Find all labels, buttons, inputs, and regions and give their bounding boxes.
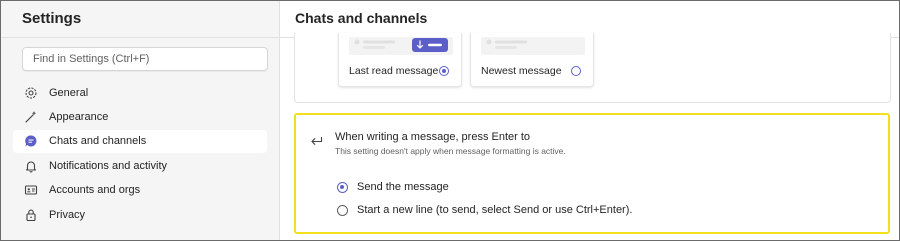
- option-label: Newest message: [481, 65, 562, 77]
- sidebar-item-general[interactable]: General: [13, 82, 267, 105]
- chat-bubble-icon: [25, 135, 37, 147]
- sidebar-item-label: Chats and channels: [49, 135, 147, 147]
- option-label: Last read message: [349, 65, 439, 77]
- sidebar-item-accounts[interactable]: Accounts and orgs: [13, 179, 267, 202]
- id-card-icon: [24, 185, 38, 195]
- sidebar-item-label: Notifications and activity: [49, 160, 167, 172]
- sidebar-item-appearance[interactable]: Appearance: [13, 106, 267, 129]
- settings-main: Chats and channels Last read message New…: [280, 1, 899, 240]
- lock-icon: [26, 209, 36, 222]
- sidebar-item-chats-and-channels[interactable]: Chats and channels: [13, 130, 267, 153]
- sidebar-header: Settings: [1, 1, 279, 38]
- newest-preview: [481, 37, 585, 55]
- last-read-preview: [349, 37, 453, 55]
- settings-window: Settings Find in Settings (Ctrl+F) Gener…: [0, 0, 900, 241]
- enter-key-icon: [311, 137, 323, 145]
- last-read-radio[interactable]: [439, 66, 449, 76]
- bell-icon: [25, 161, 37, 173]
- search-placeholder: Find in Settings (Ctrl+F): [33, 53, 150, 65]
- option-newest-message[interactable]: Newest message: [470, 33, 594, 87]
- last-read-illustration: [354, 38, 448, 52]
- send-message-radio[interactable]: [337, 182, 348, 193]
- newest-radio[interactable]: [571, 66, 581, 76]
- option-last-read-message[interactable]: Last read message: [338, 33, 462, 87]
- sidebar-item-label: Privacy: [49, 209, 86, 221]
- landing-options-panel: Last read message Newest message: [294, 33, 891, 103]
- gear-icon: [25, 87, 37, 99]
- sidebar-item-label: Accounts and orgs: [49, 184, 141, 196]
- search-input[interactable]: Find in Settings (Ctrl+F): [22, 47, 268, 71]
- page-title: Chats and channels: [295, 10, 428, 26]
- sidebar-item-label: General: [49, 87, 89, 99]
- newest-illustration: [486, 39, 527, 49]
- send-message-label[interactable]: Send the message: [357, 181, 449, 193]
- new-line-radio[interactable]: [337, 205, 348, 216]
- sidebar-item-notifications[interactable]: Notifications and activity: [13, 155, 267, 178]
- sidebar-item-label: Appearance: [49, 111, 109, 123]
- settings-sidebar: Settings Find in Settings (Ctrl+F) Gener…: [1, 1, 280, 240]
- sidebar-title: Settings: [22, 10, 82, 27]
- setting-subtitle: This setting doesn't apply when message …: [335, 146, 566, 156]
- enter-key-setting: When writing a message, press Enter to T…: [294, 113, 890, 234]
- magic-wand-icon: [25, 111, 37, 123]
- new-line-label[interactable]: Start a new line (to send, select Send o…: [357, 204, 632, 216]
- sidebar-item-privacy[interactable]: Privacy: [13, 204, 267, 227]
- setting-title: When writing a message, press Enter to: [335, 131, 531, 143]
